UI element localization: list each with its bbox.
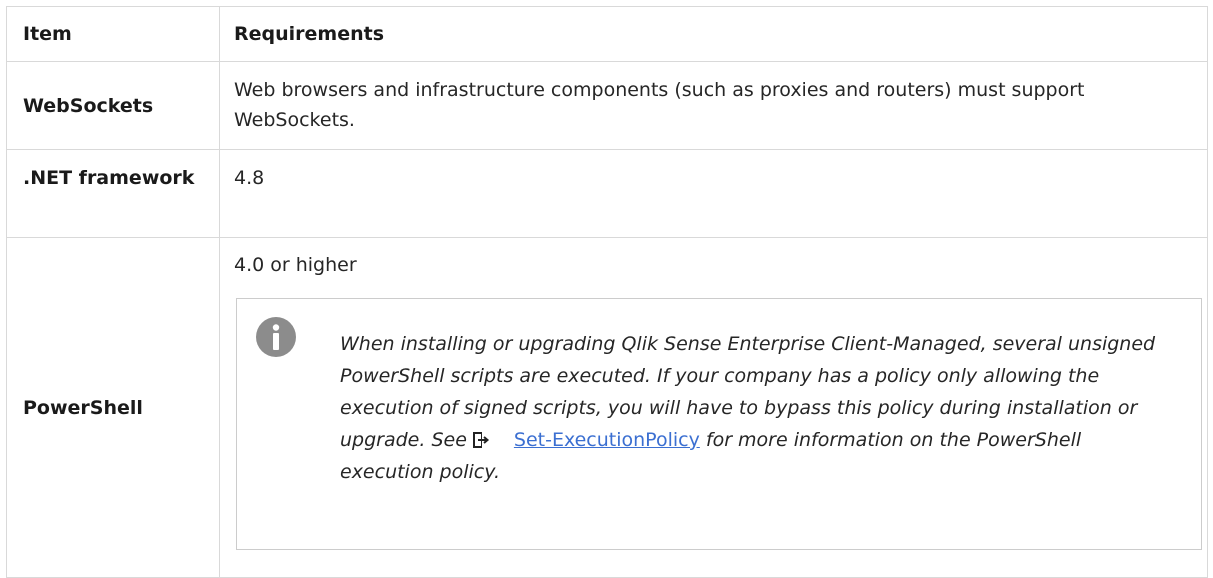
item-websockets: WebSockets xyxy=(6,61,220,150)
header-requirements: Requirements xyxy=(219,6,1208,62)
requirement-powershell: 4.0 or higher xyxy=(234,254,357,276)
table-row: PowerShell 4.0 or higher When installing… xyxy=(6,237,1208,578)
note-text: When installing or upgrading Qlik Sense … xyxy=(340,328,1161,488)
set-executionpolicy-link[interactable]: Set-ExecutionPolicy xyxy=(514,429,700,451)
table-row: WebSockets Web browsers and infrastructu… xyxy=(6,61,1208,150)
table-header-row: Item Requirements xyxy=(6,6,1208,62)
requirements-table: Item Requirements WebSockets Web browser… xyxy=(6,6,1208,578)
requirement-websockets: Web browsers and infrastructure componen… xyxy=(219,61,1208,150)
item-powershell: PowerShell xyxy=(6,237,220,578)
note-box: When installing or upgrading Qlik Sense … xyxy=(236,298,1202,550)
info-icon xyxy=(256,317,296,357)
requirement-powershell-cell: 4.0 or higher When installing or upgradi… xyxy=(219,237,1208,578)
item-dotnet: .NET framework xyxy=(6,149,220,238)
table-row: .NET framework 4.8 xyxy=(6,149,1208,238)
requirement-dotnet: 4.8 xyxy=(219,149,1208,238)
external-link-icon[interactable] xyxy=(472,431,490,449)
header-item: Item xyxy=(6,6,220,62)
